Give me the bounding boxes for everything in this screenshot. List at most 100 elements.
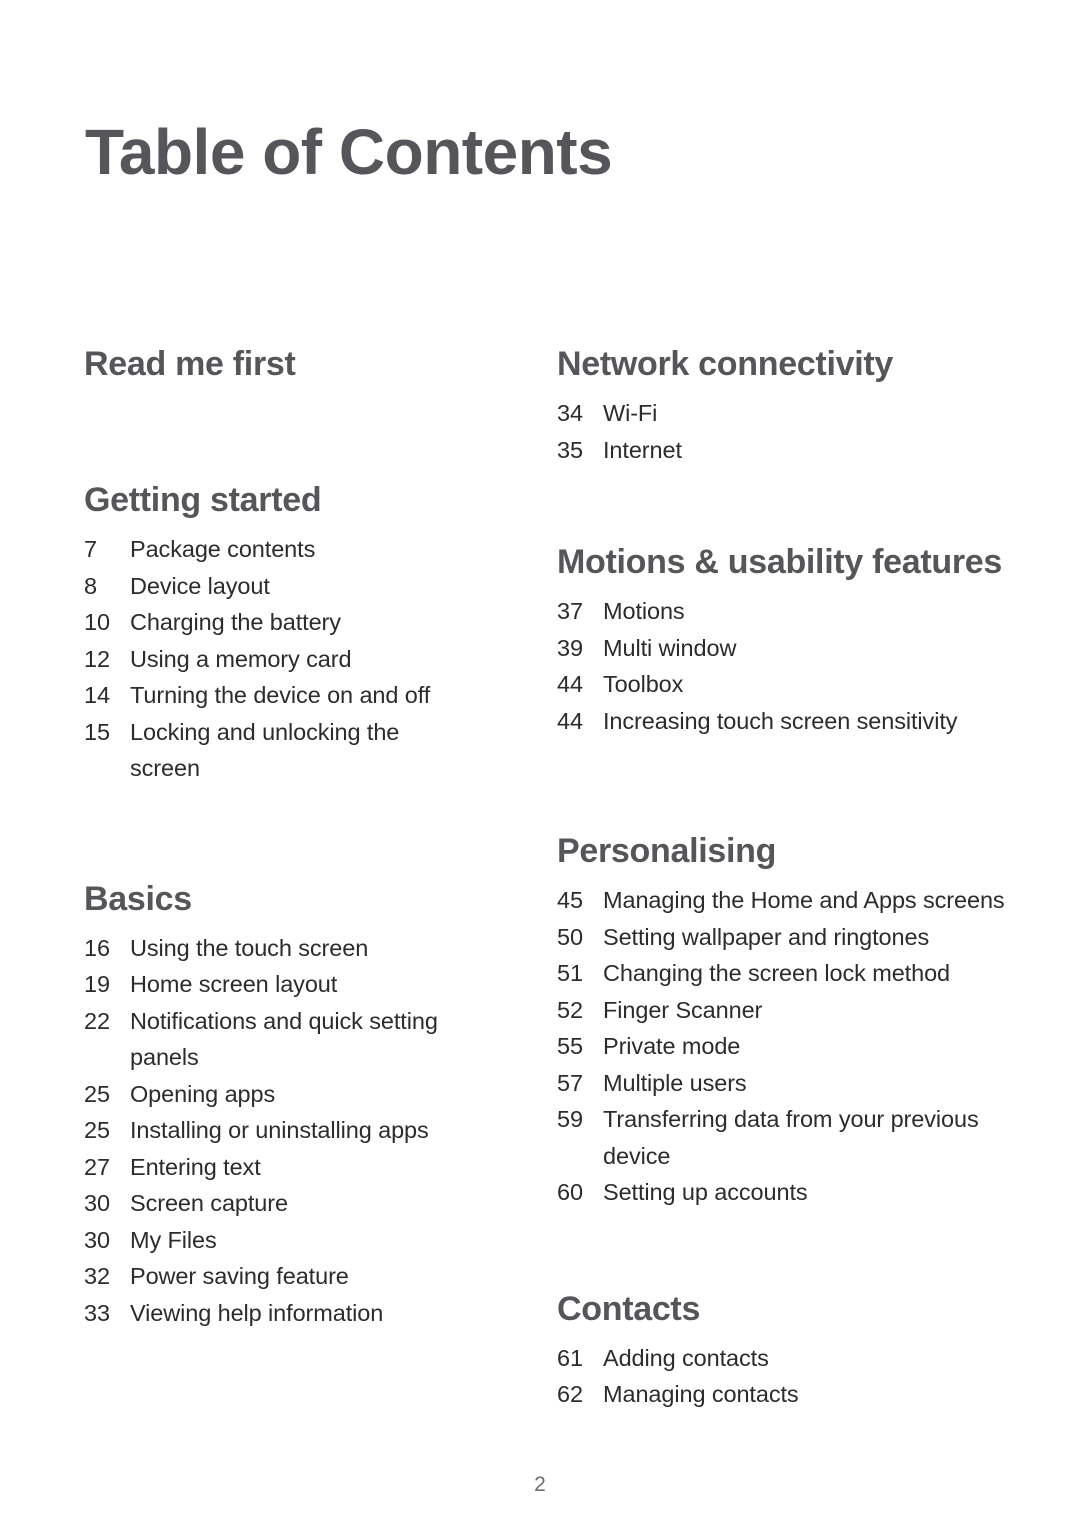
- entry-title: Multi window: [603, 634, 737, 661]
- toc-entry[interactable]: 61 Adding contacts: [557, 1340, 1020, 1377]
- entry-page-number: 44: [557, 707, 583, 734]
- entry-page-number: 55: [557, 1033, 583, 1060]
- entry-page-number: 51: [557, 960, 583, 987]
- entry-page-number: 52: [557, 996, 583, 1023]
- section-read-me-first: Read me first: [84, 344, 468, 384]
- entry-title: Locking and unlocking the screen: [130, 718, 400, 782]
- toc-entry[interactable]: 45 Managing the Home and Apps screens: [557, 882, 1020, 919]
- toc-entry[interactable]: 25 Opening apps: [84, 1076, 468, 1113]
- entry-page-number: 14: [84, 682, 110, 709]
- toc-entry[interactable]: 33 Viewing help information: [84, 1295, 468, 1332]
- toc-entry[interactable]: 8 Device layout: [84, 568, 468, 605]
- entry-list-motions-usability-features: 37 Motions 39 Multi window 44 Toolbox 44…: [557, 593, 1020, 739]
- toc-entry[interactable]: 34 Wi-Fi: [557, 395, 1020, 432]
- toc-column-right: Network connectivity 34 Wi-Fi 35 Interne…: [478, 344, 1080, 1413]
- section-heading-read-me-first: Read me first: [84, 345, 296, 383]
- toc-entry[interactable]: 30 Screen capture: [84, 1185, 468, 1222]
- entry-title: Screen capture: [130, 1190, 288, 1217]
- entry-page-number: 25: [84, 1117, 110, 1144]
- entry-page-number: 30: [84, 1226, 110, 1253]
- entry-page-number: 39: [557, 634, 583, 661]
- entry-title: Using the touch screen: [130, 934, 369, 961]
- section-motions-usability-features: Motions & usability features 37 Motions …: [557, 542, 1020, 739]
- entry-page-number: 44: [557, 671, 583, 698]
- toc-entry[interactable]: 22 Notifications and quick setting panel…: [84, 1003, 468, 1076]
- toc-entry[interactable]: 14 Turning the device on and off: [84, 677, 468, 714]
- toc-entry[interactable]: 60 Setting up accounts: [557, 1174, 1020, 1211]
- toc-entry[interactable]: 10 Charging the battery: [84, 604, 468, 641]
- toc-entry[interactable]: 62 Managing contacts: [557, 1376, 1020, 1413]
- toc-entry[interactable]: 51 Changing the screen lock method: [557, 955, 1020, 992]
- entry-list-network-connectivity: 34 Wi-Fi 35 Internet: [557, 395, 1020, 468]
- entry-title: Managing contacts: [603, 1381, 799, 1408]
- entry-title: Private mode: [603, 1033, 741, 1060]
- toc-entry[interactable]: 57 Multiple users: [557, 1065, 1020, 1102]
- toc-entry[interactable]: 59 Transferring data from your previous …: [557, 1101, 1020, 1174]
- entry-page-number: 34: [557, 400, 583, 427]
- entry-page-number: 8: [84, 572, 97, 599]
- section-heading-basics: Basics: [84, 879, 192, 918]
- entry-title: Managing the Home and Apps screens: [603, 887, 1005, 914]
- entry-title: Toolbox: [603, 671, 684, 698]
- section-heading-network-connectivity: Network connectivity: [557, 345, 893, 383]
- entry-page-number: 7: [84, 536, 97, 563]
- entry-page-number: 45: [557, 887, 583, 914]
- toc-entry[interactable]: 12 Using a memory card: [84, 641, 468, 678]
- entry-page-number: 25: [84, 1080, 110, 1107]
- entry-title: Installing or uninstalling apps: [130, 1117, 429, 1144]
- section-heading-contacts: Contacts: [557, 1289, 701, 1328]
- entry-page-number: 15: [84, 718, 110, 745]
- entry-title: Transferring data from your previous dev…: [603, 1106, 979, 1169]
- section-network-connectivity: Network connectivity 34 Wi-Fi 35 Interne…: [557, 344, 1020, 468]
- toc-columns: Read me first Getting started 7 Package …: [0, 344, 1080, 1413]
- entry-page-number: 27: [84, 1153, 110, 1180]
- toc-entry[interactable]: 44 Toolbox: [557, 666, 1020, 703]
- toc-entry[interactable]: 27 Entering text: [84, 1149, 468, 1186]
- toc-entry[interactable]: 15 Locking and unlocking the screen: [84, 714, 468, 787]
- entry-page-number: 12: [84, 645, 110, 672]
- toc-entry[interactable]: 25 Installing or uninstalling apps: [84, 1112, 468, 1149]
- entry-title: Notifications and quick setting panels: [130, 1007, 438, 1071]
- toc-entry[interactable]: 44 Increasing touch screen sensitivity: [557, 703, 1020, 740]
- toc-entry[interactable]: 30 My Files: [84, 1222, 468, 1259]
- entry-page-number: 19: [84, 971, 110, 998]
- toc-entry[interactable]: 39 Multi window: [557, 630, 1020, 667]
- toc-entry[interactable]: 16 Using the touch screen: [84, 930, 468, 967]
- entry-page-number: 60: [557, 1179, 583, 1206]
- section-heading-motions-usability-features: Motions & usability features: [557, 543, 1003, 582]
- entry-title: My Files: [130, 1226, 217, 1253]
- toc-entry[interactable]: 19 Home screen layout: [84, 966, 468, 1003]
- entry-page-number: 57: [557, 1069, 583, 1096]
- toc-entry[interactable]: 35 Internet: [557, 432, 1020, 469]
- entry-title: Setting wallpaper and ringtones: [603, 923, 930, 950]
- entry-page-number: 33: [84, 1299, 110, 1326]
- section-heading-personalising: Personalising: [557, 832, 777, 871]
- toc-entry[interactable]: 7 Package contents: [84, 531, 468, 568]
- entry-title: Multiple users: [603, 1069, 747, 1096]
- entry-title: Increasing touch screen sensitivity: [603, 707, 958, 734]
- toc-entry[interactable]: 52 Finger Scanner: [557, 992, 1020, 1029]
- entry-title: Changing the screen lock method: [603, 960, 951, 987]
- section-basics: Basics 16 Using the touch screen 19 Home…: [84, 879, 468, 1332]
- entry-title: Turning the device on and off: [130, 682, 431, 709]
- entry-page-number: 50: [557, 923, 583, 950]
- entry-title: Power saving feature: [130, 1263, 349, 1290]
- entry-page-number: 10: [84, 609, 110, 636]
- entry-page-number: 30: [84, 1190, 110, 1217]
- page-title: Table of Contents: [85, 116, 613, 188]
- toc-entry[interactable]: 37 Motions: [557, 593, 1020, 630]
- toc-page: Table of Contents Read me first Getting …: [0, 0, 1080, 1527]
- toc-entry[interactable]: 50 Setting wallpaper and ringtones: [557, 919, 1020, 956]
- toc-entry[interactable]: 55 Private mode: [557, 1028, 1020, 1065]
- entry-page-number: 61: [557, 1344, 583, 1371]
- footer-page-number: 2: [534, 1473, 546, 1496]
- section-getting-started: Getting started 7 Package contents 8 Dev…: [84, 480, 468, 787]
- entry-title: Charging the battery: [130, 609, 341, 636]
- entry-page-number: 35: [557, 436, 583, 463]
- entry-page-number: 32: [84, 1263, 110, 1290]
- toc-entry[interactable]: 32 Power saving feature: [84, 1258, 468, 1295]
